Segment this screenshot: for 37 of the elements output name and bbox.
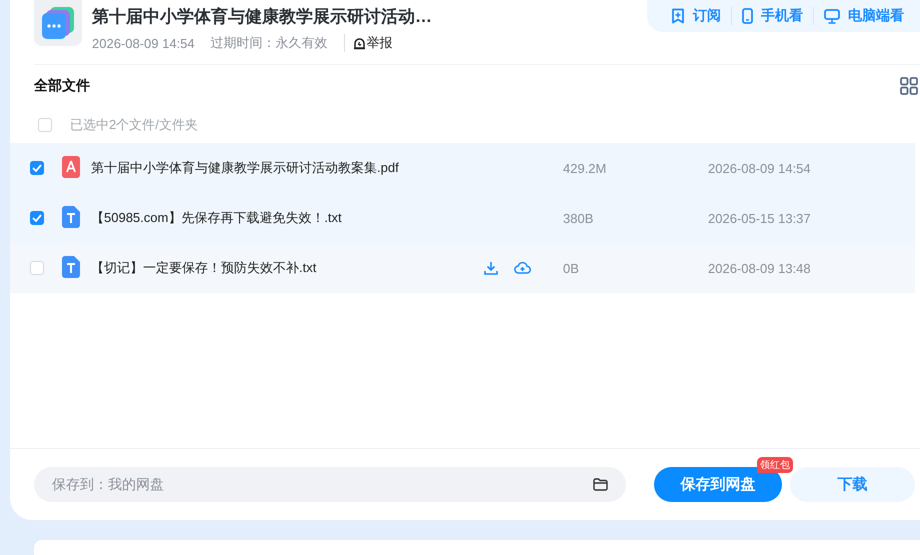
checkbox[interactable] [30, 211, 44, 225]
file-size: 0B [563, 260, 579, 276]
selection-count: 已选中2个文件/文件夹 [70, 116, 198, 134]
file-size: 429.2M [563, 160, 606, 176]
cloud-upload-icon[interactable] [514, 261, 531, 274]
bookmark-icon [671, 8, 685, 24]
phone-icon [742, 8, 753, 24]
siren-icon [352, 36, 366, 50]
action-button[interactable]: 电脑端看 [813, 7, 914, 25]
file-name: 【切记】一定要保存！预防失效不补.txt [91, 259, 316, 277]
file-date: 2026-08-09 14:54 [708, 160, 812, 176]
report-link[interactable]: 举报 [344, 34, 393, 52]
share-date: 2026-08-09 14:54 [92, 36, 195, 50]
download-icon[interactable] [484, 261, 498, 275]
file-row[interactable]: 第十届中小学体育与健康教学展示研讨活动教案集.pdf 429.2M 2026-08-09 14:54 [10, 143, 915, 193]
file-name: 第十届中小学体育与健康教学展示研讨活动教案集.pdf [91, 159, 399, 177]
share-title: 第十届中小学体育与健康教学展示研讨活动… [92, 6, 432, 28]
expiry-text: 过期时间：永久有效 [210, 34, 328, 52]
file-date: 2026-08-09 13:48 [708, 260, 812, 276]
text-file-icon [62, 256, 80, 278]
download-button[interactable]: 下载 [790, 467, 915, 502]
grid-view-icon[interactable] [900, 77, 918, 95]
pdf-file-icon [62, 156, 80, 178]
action-button[interactable]: 订阅 [661, 7, 731, 25]
save-location-field[interactable]: 保存到：我的网盘 [34, 467, 626, 502]
file-date: 2026-05-15 13:37 [708, 210, 812, 226]
folder-icon[interactable] [593, 478, 608, 491]
action-button[interactable]: 手机看 [731, 7, 813, 25]
monitor-icon [824, 8, 840, 24]
file-row[interactable]: 【切记】一定要保存！预防失效不补.txt 0B 2026-08-09 13:48 [10, 243, 915, 293]
file-size: 380B [563, 210, 594, 226]
file-row[interactable]: 【50985.com】先保存再下载避免失效！.txt 380B 2026-05-15 13:37 [10, 193, 915, 243]
checkbox[interactable] [30, 161, 44, 175]
section-title: 全部文件 [34, 77, 90, 95]
file-name: 【50985.com】先保存再下载避免失效！.txt [91, 209, 342, 227]
text-file-icon [62, 206, 80, 228]
bonus-badge: 领红包 [757, 457, 793, 473]
